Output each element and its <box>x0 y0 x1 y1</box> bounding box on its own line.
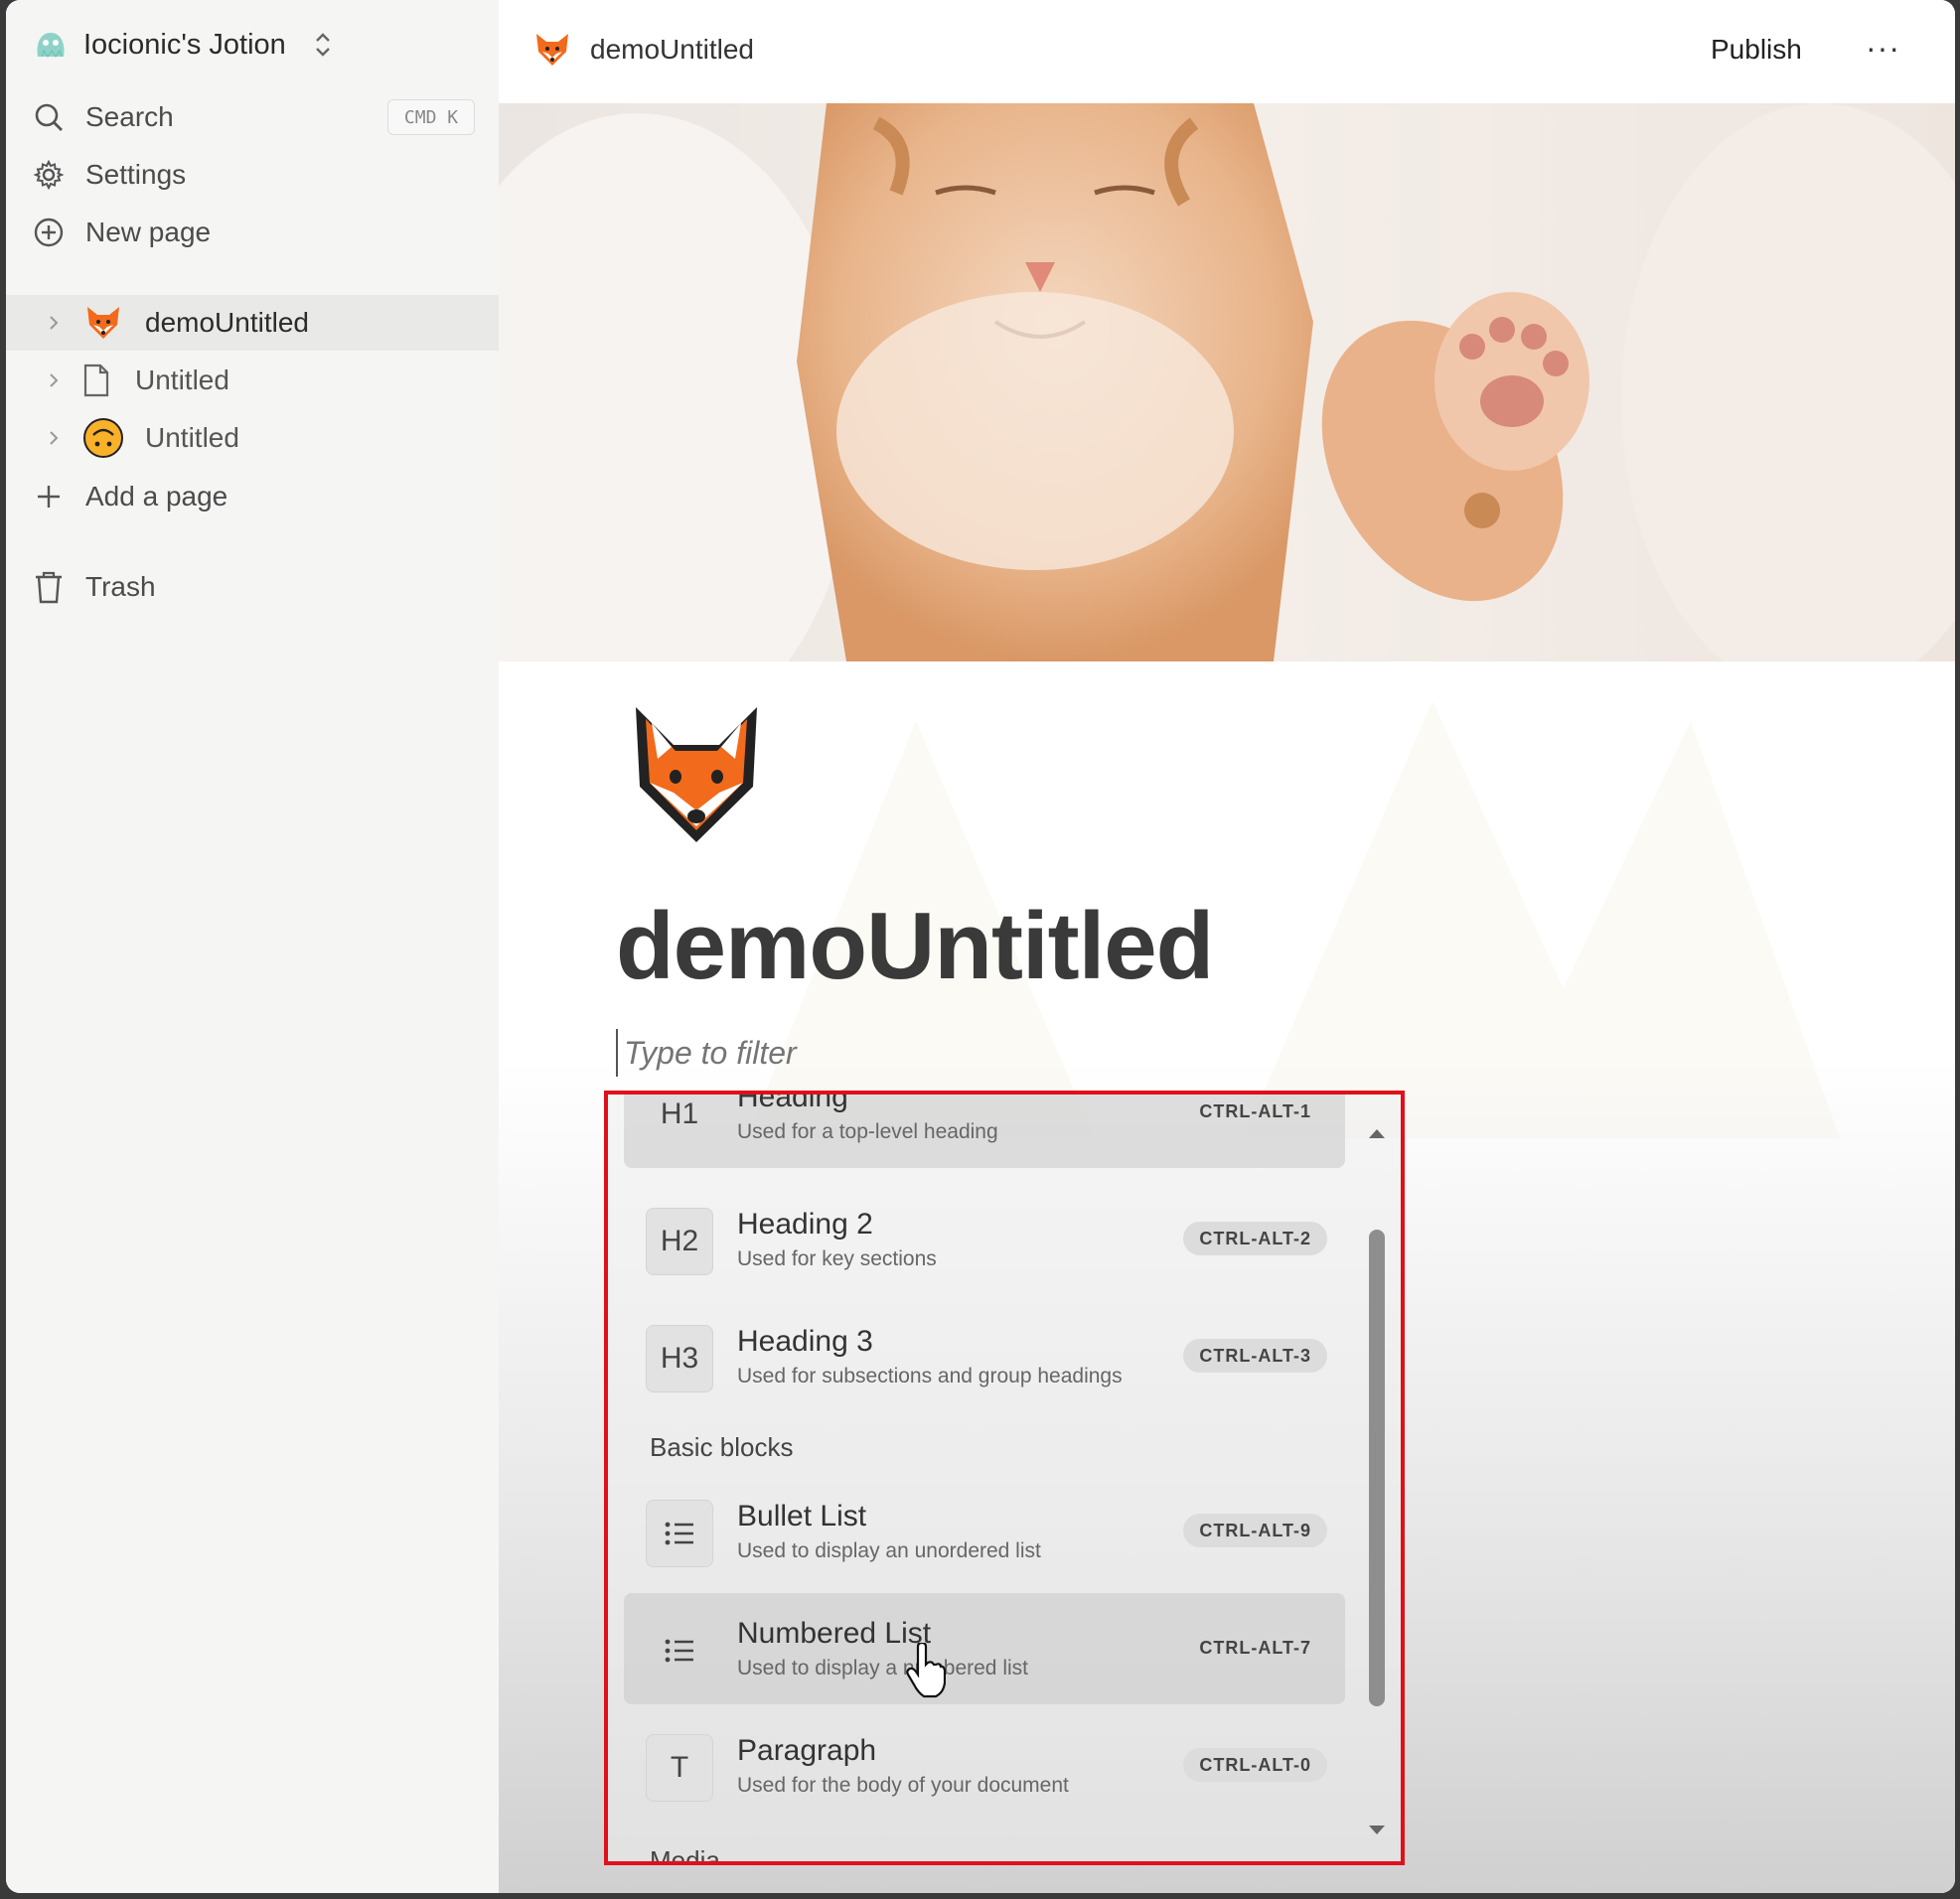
menu-item-shortcut: CTRL-ALT-1 <box>1199 1100 1311 1121</box>
menu-item-description: Used for the body of your document <box>737 1774 1069 1797</box>
workspace-switcher[interactable]: Iocionic's Jotion <box>32 22 334 68</box>
sidebar-page-untitled-2[interactable]: Untitled <box>6 410 499 466</box>
workspace-name: Iocionic's Jotion <box>83 28 286 61</box>
menu-item-shortcut: CTRL-ALT-9 <box>1183 1514 1327 1547</box>
menu-item-shortcut: CTRL-ALT-2 <box>1183 1222 1327 1255</box>
search-icon <box>32 100 66 134</box>
trash-icon <box>32 570 66 604</box>
bullet-list-icon <box>646 1500 713 1567</box>
chevron-up-down-icon <box>315 33 330 57</box>
fox-emoji-icon <box>81 301 125 345</box>
breadcrumb-title[interactable]: demoUntitled <box>590 34 754 66</box>
page-label: Untitled <box>145 422 239 453</box>
add-page-label: Add a page <box>85 481 228 511</box>
sidebar-new-page[interactable]: New page <box>32 209 211 256</box>
new-page-label: New page <box>85 217 212 247</box>
upside-down-face-emoji-icon <box>81 416 125 460</box>
menu-item-title: Heading <box>737 1091 848 1113</box>
search-shortcut-badge: CMD K <box>387 99 475 135</box>
app-window: Iocionic's Jotion Search CMD K Settings … <box>6 0 1955 1893</box>
page-label: Untitled <box>135 365 229 395</box>
menu-item-description: Used for a top-level heading <box>737 1120 998 1143</box>
menu-item-title: Bullet List <box>737 1500 867 1533</box>
scroll-down-arrow-icon[interactable] <box>1367 1824 1387 1837</box>
menu-item-heading-3[interactable]: H3 Heading 3 Used for subsections and gr… <box>624 1301 1345 1412</box>
top-bar: demoUntitled Publish ··· <box>499 0 1955 103</box>
sidebar: Iocionic's Jotion Search CMD K Settings … <box>6 0 499 1893</box>
sidebar-settings[interactable]: Settings <box>32 151 186 199</box>
filter-input[interactable] <box>616 1029 1212 1077</box>
settings-label: Settings <box>85 159 187 190</box>
menu-item-description: Used to display an unordered list <box>737 1539 1041 1562</box>
menu-item-description: Used to display a numbered list <box>737 1657 1028 1680</box>
menu-item-numbered-list[interactable]: Numbered List Used to display a numbered… <box>624 1593 1345 1704</box>
slash-command-menu: H1 Heading Used for a top-level heading … <box>604 1091 1405 1865</box>
numbered-list-icon <box>646 1617 713 1684</box>
trash-label: Trash <box>85 571 156 602</box>
menu-item-title: Heading 3 <box>737 1325 873 1358</box>
heading-1-icon: H1 <box>660 1097 699 1130</box>
menu-item-shortcut: CTRL-ALT-0 <box>1183 1748 1327 1782</box>
menu-item-heading-1[interactable]: H1 Heading Used for a top-level heading … <box>624 1091 1345 1168</box>
document-icon <box>81 359 111 402</box>
sidebar-page-untitled-1[interactable]: Untitled <box>6 353 499 408</box>
scroll-up-arrow-icon[interactable] <box>1367 1126 1387 1140</box>
chevron-right-icon[interactable] <box>44 370 64 390</box>
menu-item-title: Numbered List <box>737 1617 932 1650</box>
page-title[interactable]: demoUntitled <box>616 892 1214 1001</box>
menu-item-bullet-list[interactable]: Bullet List Used to display an unordered… <box>624 1476 1345 1587</box>
section-label-basic-blocks: Basic blocks <box>650 1432 794 1462</box>
menu-item-title: Paragraph <box>737 1734 877 1767</box>
sidebar-trash[interactable]: Trash <box>32 563 156 611</box>
fox-emoji-icon[interactable] <box>622 701 771 850</box>
scrollbar-thumb[interactable] <box>1369 1230 1385 1706</box>
plus-icon <box>32 480 66 513</box>
workspace-logo-icon <box>37 33 65 58</box>
chevron-right-icon[interactable] <box>44 313 64 333</box>
paragraph-icon: T <box>646 1734 713 1802</box>
menu-item-paragraph[interactable]: T Paragraph Used for the body of your do… <box>624 1710 1345 1822</box>
publish-button[interactable]: Publish <box>1711 34 1802 66</box>
gear-icon <box>32 158 66 192</box>
menu-item-description: Used for subsections and group headings <box>737 1365 1123 1388</box>
menu-item-shortcut: CTRL-ALT-7 <box>1199 1637 1311 1658</box>
sidebar-search[interactable]: Search <box>32 93 174 141</box>
menu-item-shortcut: CTRL-ALT-3 <box>1183 1339 1327 1373</box>
menu-item-title: Heading 2 <box>737 1208 873 1241</box>
kitten-cover-illustration <box>499 103 1955 661</box>
chevron-right-icon[interactable] <box>44 428 64 448</box>
section-label-media: Media <box>650 1845 720 1865</box>
slash-menu-list: H1 Heading Used for a top-level heading … <box>624 1095 1355 1861</box>
plus-circle-icon <box>32 216 66 249</box>
menu-item-description: Used for key sections <box>737 1247 937 1270</box>
heading-2-icon: H2 <box>646 1208 713 1275</box>
fox-emoji-icon <box>536 34 568 66</box>
hand-pointer-cursor-icon <box>906 1643 946 1698</box>
page-label: demoUntitled <box>145 307 309 338</box>
heading-3-icon: H3 <box>646 1325 713 1392</box>
sidebar-add-page[interactable]: Add a page <box>32 473 227 520</box>
more-options-button[interactable]: ··· <box>1866 30 1900 67</box>
cover-image <box>499 103 1955 661</box>
search-label: Search <box>85 101 174 132</box>
menu-item-heading-2[interactable]: H2 Heading 2 Used for key sections CTRL-… <box>624 1184 1345 1295</box>
sidebar-page-demountitled[interactable]: demoUntitled <box>6 295 499 351</box>
